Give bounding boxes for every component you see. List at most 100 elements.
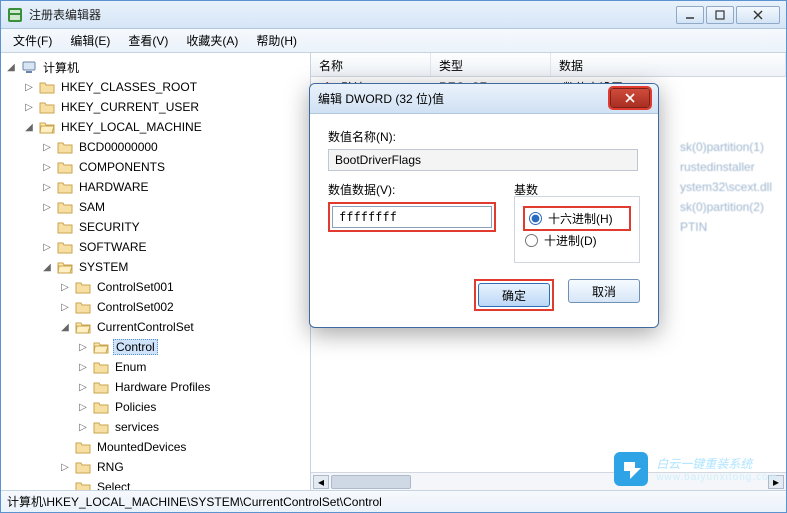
folder-icon xyxy=(57,240,73,254)
expand-icon[interactable]: ▷ xyxy=(77,361,89,373)
tree-components[interactable]: ▷COMPONENTS xyxy=(37,157,310,177)
tree-sam[interactable]: ▷SAM xyxy=(37,197,310,217)
tree-label: Hardware Profiles xyxy=(113,380,212,394)
folder-open-icon xyxy=(93,340,109,354)
window-controls xyxy=(676,6,780,24)
expand-icon[interactable]: ▷ xyxy=(77,421,89,433)
tree-label: Policies xyxy=(113,400,158,414)
app-icon xyxy=(7,7,23,23)
tree-rng[interactable]: ▷RNG xyxy=(55,457,310,477)
tree-pane[interactable]: ◢ 计算机 ▷ HKEY_CLASSES_ROOT ▷HKEY_CURRENT_U… xyxy=(1,53,311,490)
menu-fav[interactable]: 收藏夹(A) xyxy=(178,29,246,52)
collapse-icon[interactable]: ◢ xyxy=(5,61,17,73)
radio-dec[interactable]: 十进制(D) xyxy=(525,232,629,249)
tree-policies[interactable]: ▷ Policies xyxy=(73,397,310,417)
expand-icon[interactable]: ▷ xyxy=(59,461,71,473)
tree-system[interactable]: ◢SYSTEM xyxy=(37,257,310,277)
tree-security[interactable]: SECURITY xyxy=(37,217,310,237)
col-name[interactable]: 名称 xyxy=(311,53,431,76)
menu-file[interactable]: 文件(F) xyxy=(5,29,60,52)
tree-label: HKEY_CLASSES_ROOT xyxy=(59,80,199,94)
list-row[interactable]: rustedinstaller xyxy=(672,157,780,177)
list-row[interactable]: sk(0)partition(2) xyxy=(672,197,780,217)
col-type[interactable]: 类型 xyxy=(431,53,551,76)
tree-mounted[interactable]: MountedDevices xyxy=(55,437,310,457)
tree-control[interactable]: ▷Control xyxy=(73,337,310,357)
scroll-left-icon[interactable]: ◂ xyxy=(313,475,329,489)
horizontal-scrollbar[interactable]: ◂ ▸ xyxy=(311,472,786,490)
expand-icon[interactable]: ▷ xyxy=(77,381,89,393)
expand-icon[interactable]: ▷ xyxy=(77,401,89,413)
expand-icon[interactable]: ▷ xyxy=(77,341,89,353)
list-row[interactable]: PTIN xyxy=(672,217,780,237)
expand-icon[interactable]: ▷ xyxy=(41,141,53,153)
folder-icon xyxy=(75,480,91,490)
folder-icon xyxy=(75,280,91,294)
tree-label: CurrentControlSet xyxy=(95,320,196,334)
folder-icon xyxy=(39,80,55,94)
scroll-right-icon[interactable]: ▸ xyxy=(768,475,784,489)
expand-icon[interactable]: ▷ xyxy=(59,281,71,293)
base-groupbox: 十六进制(H) 十进制(D) xyxy=(514,196,640,263)
tree-services[interactable]: ▷services xyxy=(73,417,310,437)
folder-icon xyxy=(93,380,109,394)
tree-label: Select xyxy=(95,480,132,490)
expand-icon[interactable]: ▷ xyxy=(41,241,53,253)
tree-hwprof[interactable]: ▷ Hardware Profiles xyxy=(73,377,310,397)
folder-icon xyxy=(57,180,73,194)
tree-hardware[interactable]: ▷HARDWARE xyxy=(37,177,310,197)
titlebar: 注册表编辑器 xyxy=(1,1,786,29)
menu-view[interactable]: 查看(V) xyxy=(120,29,176,52)
tree-label: MountedDevices xyxy=(95,440,188,454)
expand-icon[interactable]: ▷ xyxy=(59,301,71,313)
expand-icon[interactable]: ▷ xyxy=(41,161,53,173)
leaf-icon xyxy=(59,441,71,453)
tree-ccs[interactable]: ◢ CurrentControlSet xyxy=(55,317,310,337)
highlight-box: 确定 xyxy=(474,279,554,311)
menu-edit[interactable]: 编辑(E) xyxy=(62,29,118,52)
ok-button[interactable]: 确定 xyxy=(478,283,550,307)
folder-open-icon xyxy=(57,260,73,274)
tree-bcd[interactable]: ▷BCD00000000 xyxy=(37,137,310,157)
tree-cs002[interactable]: ▷ControlSet002 xyxy=(55,297,310,317)
value-name-label: 数值名称(N): xyxy=(328,128,640,145)
expand-icon[interactable]: ▷ xyxy=(41,181,53,193)
value-data-input[interactable] xyxy=(332,206,492,228)
tree-select[interactable]: Select xyxy=(55,477,310,490)
list-row[interactable]: ystem32\scext.dll xyxy=(672,177,780,197)
minimize-button[interactable] xyxy=(676,6,704,24)
collapse-icon[interactable]: ◢ xyxy=(41,261,53,273)
expand-icon[interactable]: ▷ xyxy=(41,201,53,213)
expand-icon[interactable]: ▷ xyxy=(23,81,35,93)
tree-software[interactable]: ▷SOFTWARE xyxy=(37,237,310,257)
tree-label: Enum xyxy=(113,360,148,374)
radio-hex[interactable]: 十六进制(H) xyxy=(525,208,629,229)
dialog-body: 数值名称(N): BootDriverFlags 数值数据(V): 基数 十六进… xyxy=(310,114,658,327)
tree-hkcu[interactable]: ▷HKEY_CURRENT_USER xyxy=(19,97,310,117)
collapse-icon[interactable]: ◢ xyxy=(23,121,35,133)
folder-open-icon xyxy=(39,120,55,134)
radio-dec-input[interactable] xyxy=(525,234,538,247)
close-button[interactable] xyxy=(736,6,780,24)
dialog-titlebar[interactable]: 编辑 DWORD (32 位)值 xyxy=(310,84,658,114)
tree-hklm[interactable]: ◢ HKEY_LOCAL_MACHINE xyxy=(19,117,310,137)
value-data-label: 数值数据(V): xyxy=(328,181,496,198)
tree-cs001[interactable]: ▷ControlSet001 xyxy=(55,277,310,297)
folder-icon xyxy=(75,440,91,454)
collapse-icon[interactable]: ◢ xyxy=(59,321,71,333)
menu-help[interactable]: 帮助(H) xyxy=(248,29,305,52)
tree-hkcr[interactable]: ▷ HKEY_CLASSES_ROOT xyxy=(19,77,310,97)
list-header: 名称 类型 数据 xyxy=(311,53,786,77)
tree-label: HKEY_LOCAL_MACHINE xyxy=(59,120,204,134)
scroll-thumb[interactable] xyxy=(331,475,411,489)
col-data[interactable]: 数据 xyxy=(551,53,786,76)
radio-hex-input[interactable] xyxy=(529,212,542,225)
dialog-close-button[interactable] xyxy=(610,88,650,108)
tree-enum[interactable]: ▷ Enum xyxy=(73,357,310,377)
folder-icon xyxy=(57,160,73,174)
cancel-button[interactable]: 取消 xyxy=(568,279,640,303)
expand-icon[interactable]: ▷ xyxy=(23,101,35,113)
maximize-button[interactable] xyxy=(706,6,734,24)
tree-root[interactable]: ◢ 计算机 xyxy=(1,57,310,77)
list-row[interactable]: sk(0)partition(1) xyxy=(672,137,780,157)
